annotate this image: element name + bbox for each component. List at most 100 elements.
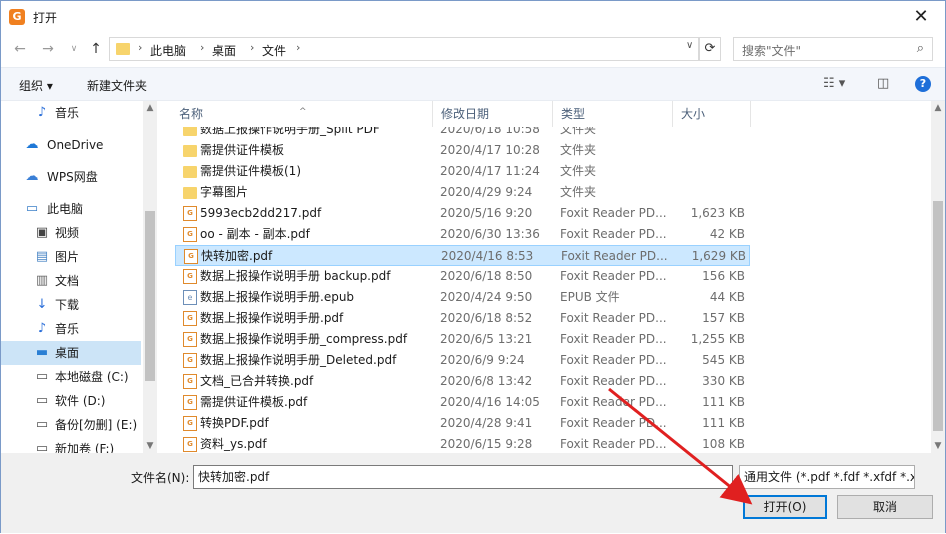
table-row[interactable]: G 转换PDF.pdf 2020/4/28 9:41 Foxit Reader PD.… — [175, 413, 750, 434]
table-row[interactable]: G 数据上报操作说明手册_Deleted.pdf 2020/6/9 9:24 Foxi… — [175, 350, 750, 371]
column-label: 名称 — [179, 107, 204, 121]
chevron-right-icon[interactable]: › — [200, 41, 204, 54]
breadcrumb-files[interactable]: 文件 — [262, 42, 286, 59]
sidebar-scroll-thumb[interactable] — [145, 211, 155, 381]
address-dropdown-icon[interactable]: ∨ — [686, 40, 693, 51]
sidebar-item-drive-e[interactable]: ▭ 备份[勿删] (E:) — [1, 413, 141, 437]
sidebar-item-music-2[interactable]: ♪ 音乐 — [1, 317, 141, 341]
cancel-button[interactable]: 取消 — [837, 495, 933, 519]
table-row[interactable]: G 需提供证件模板.pdf 2020/4/16 14:05 Foxit Reader … — [175, 392, 750, 413]
music-icon: ♪ — [37, 321, 47, 336]
file-date: 2020/6/18 8:52 — [440, 311, 533, 325]
sidebar-item-music[interactable]: ♪ 音乐 — [1, 101, 141, 125]
scroll-up-icon[interactable]: ▲ — [143, 101, 157, 115]
pdf-file-icon: G — [184, 249, 198, 264]
sidebar-item-label: 音乐 — [55, 322, 80, 336]
file-date: 2020/6/9 9:24 — [440, 353, 525, 367]
dialog-title: 打开 — [33, 11, 58, 25]
sidebar-item-label: 新加卷 (F:) — [55, 442, 115, 453]
scroll-up-icon[interactable]: ▲ — [931, 101, 945, 115]
file-date: 2020/4/17 10:28 — [440, 143, 540, 157]
column-header-type[interactable]: 类型 — [553, 101, 673, 127]
sidebar-scrollbar[interactable]: ▲ ▼ — [143, 101, 157, 453]
sidebar-item-this-pc[interactable]: ▭ 此电脑 — [1, 197, 141, 221]
music-icon: ♪ — [37, 105, 47, 120]
search-input[interactable]: 搜索"文件" ⌕ — [733, 37, 933, 61]
sidebar-item-label: 文档 — [55, 274, 80, 288]
file-type: Foxit Reader PD... — [560, 206, 667, 220]
close-button[interactable]: ✕ — [909, 5, 933, 29]
sidebar-item-label: OneDrive — [47, 138, 104, 152]
table-row[interactable]: G 5993ecb2dd217.pdf 2020/5/16 9:20 Foxit Re… — [175, 203, 750, 224]
filetype-select[interactable]: 通用文件 (*.pdf *.fdf *.xfdf *.x — [739, 465, 915, 489]
sidebar-item-label: 图片 — [55, 250, 80, 264]
file-name: 快转加密.pdf — [201, 249, 273, 263]
sidebar-item-drive-c[interactable]: ▭ 本地磁盘 (C:) — [1, 365, 141, 389]
table-row[interactable]: G 快转加密.pdf 2020/4/16 8:53 Foxit Reader PD..… — [175, 245, 750, 266]
file-date: 2020/4/24 9:50 — [440, 290, 533, 304]
sidebar-item-downloads[interactable]: ↓ 下载 — [1, 293, 141, 317]
column-header-name[interactable]: 名称 ^ — [171, 101, 433, 127]
table-row[interactable]: 字幕图片 2020/4/29 9:24 文件夹 — [175, 182, 750, 203]
file-list-scroll-thumb[interactable] — [933, 201, 943, 431]
help-icon[interactable]: ? — [915, 76, 931, 92]
view-options-icon[interactable]: ☷ ▾ — [823, 76, 845, 91]
sidebar-item-label: 桌面 — [55, 346, 80, 360]
file-name: 数据上报操作说明手册.epub — [200, 290, 355, 304]
pdf-file-icon: G — [183, 353, 197, 368]
sidebar-item-onedrive[interactable]: ☁ OneDrive — [1, 133, 141, 157]
sidebar-item-drive-d[interactable]: ▭ 软件 (D:) — [1, 389, 141, 413]
table-row[interactable]: G 资料_ys.pdf 2020/6/15 9:28 Foxit Reader PD.… — [175, 434, 750, 453]
table-row[interactable]: G 文档_已合并转换.pdf 2020/6/8 13:42 Foxit Reader … — [175, 371, 750, 392]
new-folder-button[interactable]: 新建文件夹 — [87, 77, 147, 94]
file-name: 数据上报操作说明手册 backup.pdf — [200, 269, 391, 283]
forward-arrow-icon[interactable]: → — [37, 38, 59, 60]
column-header-size[interactable]: 大小 — [673, 101, 751, 127]
table-row[interactable]: Goo - 副本 - 副本.pdf 2020/6/30 13:36 Foxit Re… — [175, 224, 750, 245]
file-type: 文件夹 — [560, 185, 597, 199]
title-bar: G 打开 ✕ — [1, 1, 945, 33]
file-type: Foxit Reader PD... — [560, 437, 667, 451]
open-file-dialog: G 打开 ✕ ← → ∨ ↑ › 此电脑 › 桌面 › 文件 › ∨ ⟳ 搜索"… — [0, 0, 946, 533]
chevron-right-icon[interactable]: › — [250, 41, 254, 54]
file-list-scrollbar[interactable]: ▲ ▼ — [931, 101, 945, 453]
back-arrow-icon[interactable]: ← — [9, 38, 31, 60]
sidebar-item-videos[interactable]: ▣ 视频 — [1, 221, 141, 245]
table-row[interactable]: G 数据上报操作说明手册 backup.pdf 2020/6/18 8:50 Foxi… — [175, 266, 750, 287]
file-type: Foxit Reader PD... — [560, 311, 667, 325]
table-row[interactable]: G 数据上报操作说明手册_compress.pdf 2020/6/5 13:21 Fo… — [175, 329, 750, 350]
file-size: 42 KB — [709, 227, 745, 241]
folder-icon — [116, 43, 130, 55]
filename-field[interactable]: 快转加密.pdf — [193, 465, 733, 489]
sidebar-item-wps-cloud[interactable]: ☁ WPS网盘 — [1, 165, 141, 189]
sidebar-item-pictures[interactable]: ▤ 图片 — [1, 245, 141, 269]
refresh-button[interactable]: ⟳ — [699, 37, 721, 61]
drive-icon: ▭ — [35, 417, 49, 432]
chevron-right-icon[interactable]: › — [296, 41, 300, 54]
scroll-down-icon[interactable]: ▼ — [931, 439, 945, 453]
table-row[interactable]: e 数据上报操作说明手册.epub 2020/4/24 9:50 EPUB 文件 44 … — [175, 287, 750, 308]
file-type: Foxit Reader PD... — [560, 227, 667, 241]
table-row[interactable]: 需提供证件模板(1) 2020/4/17 11:24 文件夹 — [175, 161, 750, 182]
sidebar-item-documents[interactable]: ▥ 文档 — [1, 269, 141, 293]
up-arrow-icon[interactable]: ↑ — [85, 38, 107, 60]
open-button[interactable]: 打开(O) — [743, 495, 827, 519]
file-size: 330 KB — [702, 374, 745, 388]
file-size: 156 KB — [702, 269, 745, 283]
file-date: 2020/4/28 9:41 — [440, 416, 533, 430]
breadcrumb-this-pc[interactable]: 此电脑 — [150, 42, 186, 59]
table-row[interactable]: 需提供证件模板 2020/4/17 10:28 文件夹 — [175, 140, 750, 161]
chevron-down-icon[interactable]: ∨ — [63, 38, 85, 60]
scroll-down-icon[interactable]: ▼ — [143, 439, 157, 453]
address-bar[interactable]: › 此电脑 › 桌面 › 文件 › ∨ — [109, 37, 699, 61]
sidebar-item-drive-f[interactable]: ▭ 新加卷 (F:) — [1, 437, 141, 454]
column-header-date[interactable]: 修改日期 — [433, 101, 553, 127]
file-size: 1,255 KB — [690, 332, 745, 346]
sidebar-item-desktop[interactable]: ▬ 桌面 — [1, 341, 141, 365]
breadcrumb-desktop[interactable]: 桌面 — [212, 42, 236, 59]
toolbar: 组织 ▾ 新建文件夹 ☷ ▾ ◫ ? — [1, 67, 945, 101]
preview-pane-icon[interactable]: ◫ — [877, 76, 889, 91]
table-row[interactable]: G 数据上报操作说明手册.pdf 2020/6/18 8:52 Foxit Reade… — [175, 308, 750, 329]
computer-icon: ▭ — [25, 201, 39, 216]
organize-button[interactable]: 组织 ▾ — [19, 77, 53, 94]
